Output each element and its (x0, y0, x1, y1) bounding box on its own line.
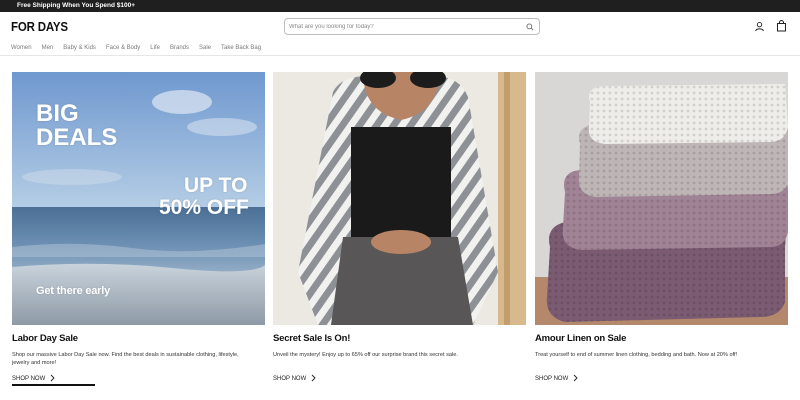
labor-day-image[interactable]: BIG DEALS UP TO 50% OFF Get there early (12, 72, 265, 325)
card-description: Treat yourself to end of summer linen cl… (535, 352, 738, 358)
overlay-percent-off: 50% OFF (159, 196, 249, 219)
site-logo[interactable]: FOR DAYS (11, 20, 68, 34)
nav-item-face-body[interactable]: Face & Body (106, 45, 140, 51)
shop-now-link[interactable]: SHOP NOW (12, 374, 55, 384)
promo-card-secret-sale: Secret Sale Is On! Unveil the mystery! E… (273, 72, 526, 382)
card-title[interactable]: Amour Linen on Sale (535, 333, 626, 344)
nav-item-sale[interactable]: Sale (199, 45, 211, 51)
search-icon[interactable] (525, 22, 535, 32)
overlay-up-to: UP TO (184, 174, 248, 197)
shop-now-label: SHOP NOW (273, 376, 307, 382)
search-box[interactable] (284, 18, 540, 35)
shop-now-link[interactable]: SHOP NOW (273, 374, 316, 384)
search-input[interactable] (289, 23, 525, 30)
promo-text: Free Shipping When You Spend $100+ (17, 2, 136, 9)
nav-item-brands[interactable]: Brands (170, 45, 189, 51)
nav-item-women[interactable]: Women (11, 45, 32, 51)
cart-icon[interactable] (775, 20, 787, 32)
account-icon[interactable] (753, 20, 765, 32)
nav-item-take-back-bag[interactable]: Take Back Bag (221, 45, 261, 51)
shop-now-label: SHOP NOW (12, 376, 46, 382)
nav-item-baby-kids[interactable]: Baby & Kids (63, 45, 96, 51)
shop-now-label: SHOP NOW (535, 376, 569, 382)
card-description: Unveil the mystery! Enjoy up to 65% off … (273, 352, 458, 358)
main-nav: Women Men Baby & Kids Face & Body Life B… (0, 41, 800, 56)
promo-card-amour-linen: Amour Linen on Sale Treat yourself to en… (535, 72, 788, 382)
secret-sale-image[interactable] (273, 72, 526, 325)
active-underline (12, 384, 95, 386)
chevron-right-icon (573, 374, 578, 384)
overlay-deals: DEALS (36, 124, 118, 151)
chevron-right-icon (311, 374, 316, 384)
card-title[interactable]: Labor Day Sale (12, 333, 78, 344)
nav-item-life[interactable]: Life (150, 45, 160, 51)
card-description: Shop our massive Labor Day Sale now. Fin… (12, 352, 239, 367)
shop-now-link[interactable]: SHOP NOW (535, 374, 578, 384)
amour-linen-image[interactable] (535, 72, 788, 325)
promo-bar: Free Shipping When You Spend $100+ (0, 0, 800, 12)
overlay-big: BIG (36, 100, 79, 127)
card-title[interactable]: Secret Sale Is On! (273, 333, 350, 344)
chevron-right-icon (50, 374, 55, 384)
nav-item-men[interactable]: Men (42, 45, 54, 51)
header: FOR DAYS (0, 12, 800, 41)
promo-card-labor-day: BIG DEALS UP TO 50% OFF Get there early … (12, 72, 265, 386)
overlay-get-there-early: Get there early (36, 285, 111, 297)
